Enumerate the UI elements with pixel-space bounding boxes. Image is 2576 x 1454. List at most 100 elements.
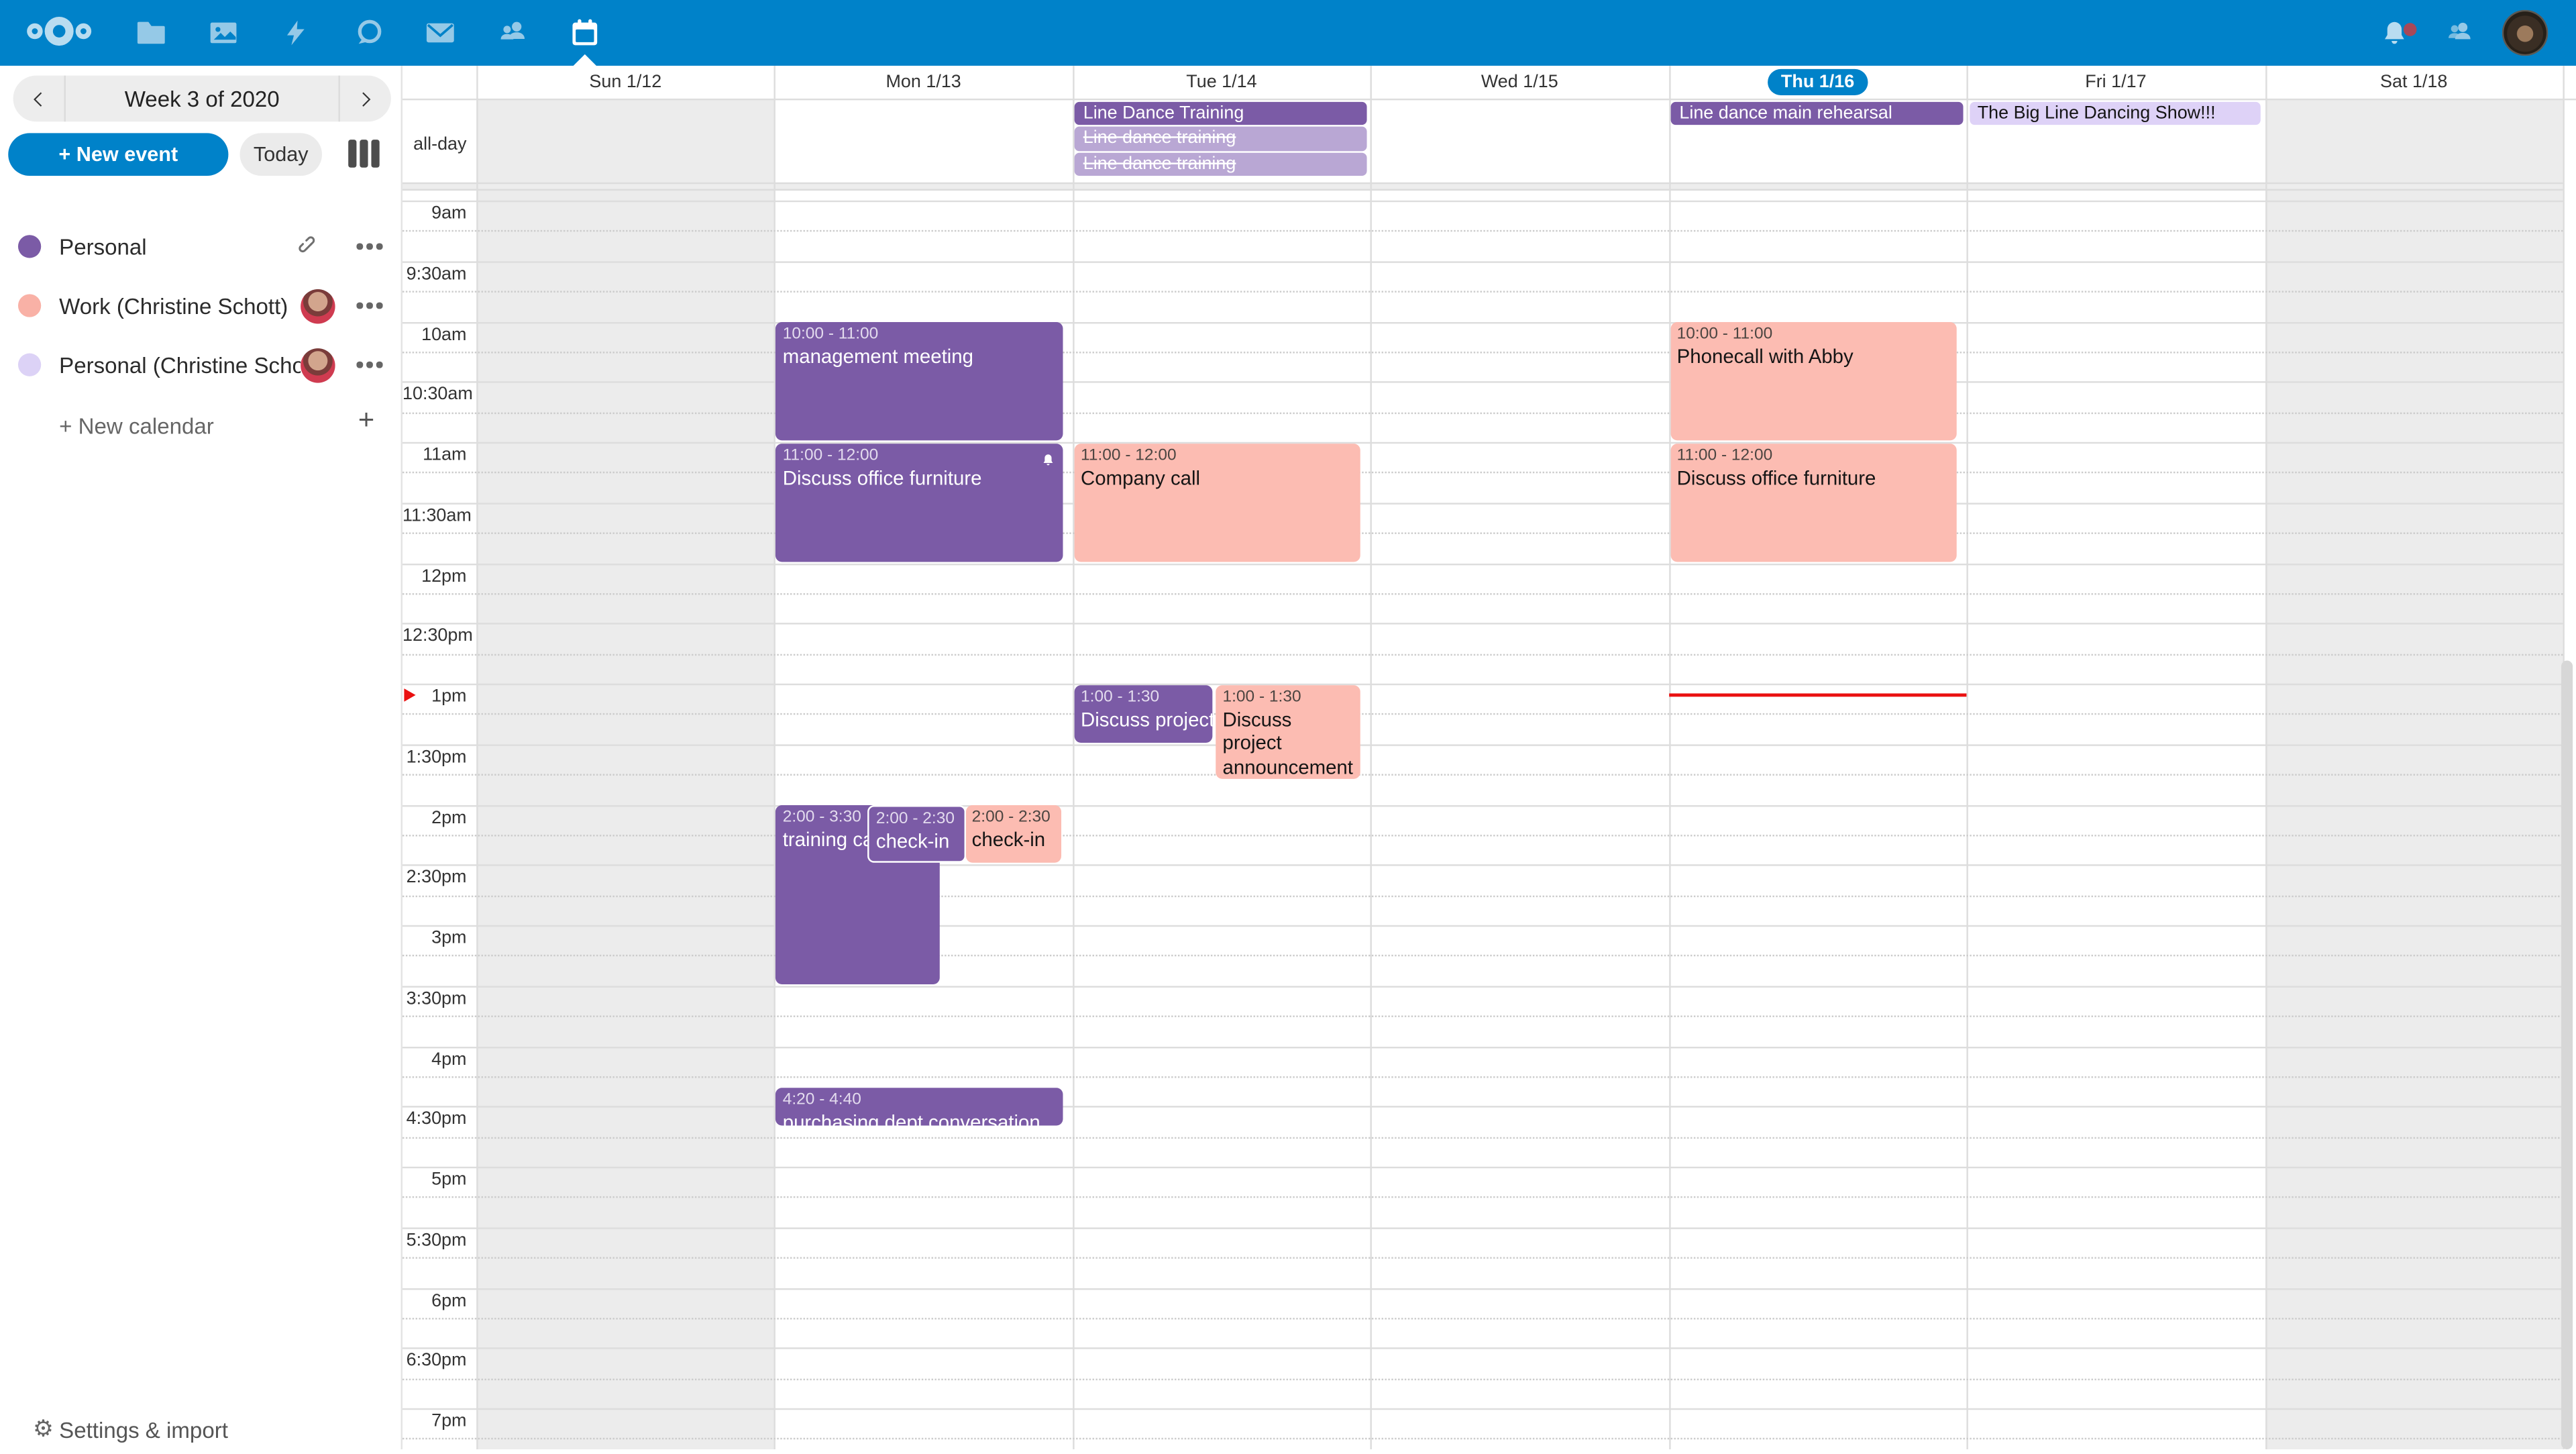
- event-card[interactable]: 11:00 - 12:00Discuss office furniture: [1670, 443, 1957, 561]
- gear-icon: ⚙: [33, 1416, 54, 1439]
- day-header[interactable]: Sun 1/12: [476, 66, 774, 99]
- slot-line-quarter: [402, 654, 2563, 655]
- calendar-list-item[interactable]: Personal: [0, 222, 402, 271]
- event-card[interactable]: 10:00 - 11:00Phonecall with Abby: [1670, 322, 1957, 440]
- time-axis-label: 5pm: [402, 1170, 467, 1192]
- event-time: 4:20 - 4:40: [783, 1088, 1057, 1110]
- allday-event[interactable]: Line Dance Training: [1075, 101, 1366, 125]
- grid-column-line: [2265, 66, 2266, 1449]
- user-avatar[interactable]: [2502, 10, 2548, 56]
- calendar-color-dot: [18, 294, 41, 317]
- calendar-actions-menu[interactable]: [356, 244, 382, 250]
- share-link-icon[interactable]: [297, 235, 320, 266]
- current-time-line: [1668, 694, 1966, 697]
- view-switcher-button[interactable]: [348, 140, 378, 168]
- time-axis-label: 10:30am: [402, 385, 467, 407]
- slot-line-quarter: [402, 231, 2563, 232]
- new-event-button[interactable]: + New event: [8, 133, 228, 176]
- slot-line: [402, 865, 2563, 866]
- calendar-actions-menu[interactable]: [356, 362, 382, 368]
- day-header-label: Fri 1/17: [2085, 72, 2146, 92]
- time-axis-label: 6:30pm: [402, 1351, 467, 1373]
- day-header[interactable]: Fri 1/17: [1967, 66, 2265, 99]
- next-week-button[interactable]: [340, 76, 391, 122]
- slot-line: [402, 684, 2563, 685]
- calendar-actions-menu[interactable]: [356, 303, 382, 309]
- slot-line-quarter: [402, 352, 2563, 353]
- event-card[interactable]: 1:00 - 1:30Discuss project announcement: [1216, 684, 1361, 779]
- day-header[interactable]: Thu 1/16: [1668, 66, 1966, 99]
- event-time: 11:00 - 12:00: [783, 444, 1057, 466]
- new-calendar-button[interactable]: + New calendar+: [0, 401, 402, 450]
- slot-line: [402, 1106, 2563, 1108]
- event-card[interactable]: 11:00 - 12:00Discuss office furniture: [776, 443, 1063, 561]
- slot-line: [402, 986, 2563, 987]
- current-time-arrow: [404, 688, 415, 702]
- calendar-list-item[interactable]: Work (Christine Schott): [0, 281, 402, 330]
- time-axis-label: 1:30pm: [402, 747, 467, 769]
- grid-column-line: [1967, 66, 1968, 1449]
- today-pill[interactable]: Thu 1/16: [1768, 69, 1867, 95]
- event-title: Discuss office furniture: [1677, 466, 1951, 490]
- time-axis-label: 12pm: [402, 566, 467, 588]
- settings-import-button[interactable]: ⚙ Settings & import: [0, 1405, 402, 1454]
- contacts-menu-icon[interactable]: [2440, 13, 2479, 53]
- event-card[interactable]: 4:20 - 4:40purchasing dept conversation: [776, 1087, 1063, 1125]
- contacts-icon[interactable]: [493, 13, 533, 53]
- today-button[interactable]: Today: [240, 133, 322, 176]
- calendar-sidebar: Week 3 of 2020 + New event Today Persona…: [0, 66, 402, 1449]
- event-card[interactable]: 2:00 - 2:30check-in: [868, 805, 965, 863]
- calendar-list-item[interactable]: Personal (Christine Scho…: [0, 340, 402, 389]
- photos-icon[interactable]: [204, 13, 244, 53]
- day-header[interactable]: Wed 1/15: [1371, 66, 1668, 99]
- previous-week-button[interactable]: [13, 76, 64, 122]
- slot-line: [402, 804, 2563, 806]
- allday-event[interactable]: Line dance main rehearsal: [1671, 101, 1963, 125]
- week-range-label[interactable]: Week 3 of 2020: [64, 76, 340, 122]
- allday-event[interactable]: Line dance training: [1075, 152, 1366, 176]
- day-header-label: Wed 1/15: [1481, 72, 1558, 92]
- day-header-label: Sun 1/12: [589, 72, 661, 92]
- grid-column-line: [1073, 66, 1074, 1449]
- top-navigation-bar: [0, 0, 2576, 66]
- allday-divider: [402, 183, 2563, 191]
- event-card[interactable]: 1:00 - 1:30Discuss project announcement: [1074, 684, 1213, 742]
- allday-axis-label: all-day: [402, 135, 467, 154]
- nextcloud-logo[interactable]: [23, 11, 95, 51]
- mail-icon[interactable]: [421, 13, 460, 53]
- allday-event[interactable]: The Big Line Dancing Show!!!: [1969, 101, 2261, 125]
- event-time: 2:00 - 2:30: [876, 809, 957, 830]
- slot-line-quarter: [402, 955, 2563, 957]
- time-axis-label: 9am: [402, 204, 467, 225]
- day-header[interactable]: Sat 1/18: [2265, 66, 2563, 99]
- vertical-scrollbar[interactable]: [2561, 660, 2573, 1449]
- plus-icon[interactable]: +: [358, 404, 374, 437]
- allday-event[interactable]: Line dance training: [1075, 127, 1366, 151]
- time-axis-label: 6pm: [402, 1291, 467, 1312]
- event-card[interactable]: 10:00 - 11:00management meeting: [776, 322, 1063, 440]
- day-header[interactable]: Tue 1/14: [1073, 66, 1371, 99]
- files-icon[interactable]: [131, 13, 171, 53]
- time-axis-label: 4:30pm: [402, 1110, 467, 1131]
- event-title: check-in: [972, 828, 1055, 852]
- slot-line-quarter: [402, 835, 2563, 836]
- notifications-bell-icon[interactable]: [2374, 13, 2414, 53]
- slot-line: [402, 1227, 2563, 1229]
- owner-avatar: [301, 348, 335, 382]
- event-time: 11:00 - 12:00: [1677, 444, 1951, 466]
- talk-icon[interactable]: [350, 13, 390, 53]
- activity-icon[interactable]: [276, 13, 315, 53]
- day-header[interactable]: Mon 1/13: [775, 66, 1073, 99]
- event-title: purchasing dept conversation: [783, 1110, 1057, 1125]
- slot-line: [402, 1046, 2563, 1047]
- calendar-icon[interactable]: [565, 13, 604, 53]
- notification-badge: [2404, 23, 2417, 36]
- event-card[interactable]: 11:00 - 12:00Company call: [1074, 443, 1360, 561]
- slot-line: [402, 563, 2563, 564]
- slot-line: [402, 1408, 2563, 1410]
- event-time: 11:00 - 12:00: [1081, 444, 1354, 466]
- event-card[interactable]: 2:00 - 2:30check-in: [965, 805, 1061, 863]
- slot-line: [402, 503, 2563, 504]
- time-axis-label: 9:30am: [402, 264, 467, 286]
- time-axis-label: 4pm: [402, 1049, 467, 1071]
